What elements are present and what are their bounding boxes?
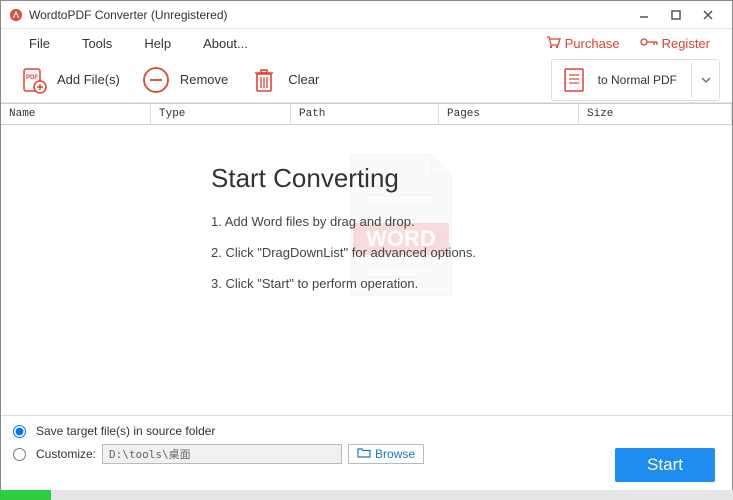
column-pages[interactable]: Pages	[439, 104, 579, 124]
browse-button[interactable]: Browse	[348, 444, 424, 464]
cart-icon	[545, 35, 561, 52]
progress-fill	[0, 490, 51, 500]
save-source-row: Save target file(s) in source folder	[13, 424, 720, 438]
register-label: Register	[662, 36, 710, 51]
purchase-link[interactable]: Purchase	[535, 31, 630, 56]
empty-heading: Start Converting	[211, 163, 591, 194]
bottom-panel: Save target file(s) in source folder Cus…	[1, 415, 732, 474]
key-icon	[640, 36, 658, 51]
pdf-doc-icon	[558, 64, 590, 96]
empty-step-1: 1. Add Word files by drag and drop.	[211, 214, 591, 229]
path-field[interactable]	[102, 444, 342, 464]
content-area[interactable]: WORD Start Converting 1. Add Word files …	[1, 125, 732, 415]
menu-tools[interactable]: Tools	[66, 32, 128, 55]
output-mode-label: to Normal PDF	[598, 73, 677, 87]
add-file-button[interactable]: PDF Add File(s)	[13, 60, 132, 100]
save-source-label: Save target file(s) in source folder	[36, 424, 215, 438]
maximize-button[interactable]	[660, 5, 692, 25]
menubar: File Tools Help About... Purchase Regist…	[1, 29, 732, 57]
output-mode-dropdown[interactable]	[691, 62, 719, 98]
remove-label: Remove	[180, 72, 228, 87]
menu-file[interactable]: File	[13, 32, 66, 55]
close-button[interactable]	[692, 5, 724, 25]
customize-label: Customize:	[36, 447, 96, 461]
menu-help[interactable]: Help	[128, 32, 187, 55]
column-name[interactable]: Name	[1, 104, 151, 124]
titlebar: WordtoPDF Converter (Unregistered)	[1, 1, 732, 29]
output-mode-button[interactable]: to Normal PDF	[552, 60, 691, 100]
chevron-down-icon	[701, 77, 711, 83]
clear-button[interactable]: Clear	[244, 60, 331, 100]
empty-step-3: 3. Click "Start" to perform operation.	[211, 276, 591, 291]
empty-state: Start Converting 1. Add Word files by dr…	[211, 163, 591, 307]
app-icon	[9, 8, 23, 22]
column-path[interactable]: Path	[291, 104, 439, 124]
register-link[interactable]: Register	[630, 32, 720, 55]
trash-icon	[248, 64, 280, 96]
customize-radio[interactable]	[13, 448, 26, 461]
minimize-button[interactable]	[628, 5, 660, 25]
window-title: WordtoPDF Converter (Unregistered)	[29, 8, 628, 22]
folder-icon	[357, 447, 371, 461]
column-type[interactable]: Type	[151, 104, 291, 124]
menu-about[interactable]: About...	[187, 32, 264, 55]
progress-bar	[0, 490, 733, 500]
customize-row: Customize: Browse	[13, 444, 720, 464]
clear-label: Clear	[288, 72, 319, 87]
column-size[interactable]: Size	[579, 104, 732, 124]
add-file-icon: PDF	[17, 64, 49, 96]
output-mode-group: to Normal PDF	[551, 59, 720, 101]
save-source-radio[interactable]	[13, 425, 26, 438]
table-header: Name Type Path Pages Size	[1, 103, 732, 125]
add-file-label: Add File(s)	[57, 72, 120, 87]
toolbar: PDF Add File(s) Remove Clear to Normal P…	[1, 57, 732, 103]
empty-step-2: 2. Click "DragDownList" for advanced opt…	[211, 245, 591, 260]
purchase-label: Purchase	[565, 36, 620, 51]
remove-icon	[140, 64, 172, 96]
remove-button[interactable]: Remove	[136, 60, 240, 100]
start-button[interactable]: Start	[615, 448, 715, 482]
svg-text:PDF: PDF	[26, 75, 38, 81]
browse-label: Browse	[375, 447, 415, 461]
